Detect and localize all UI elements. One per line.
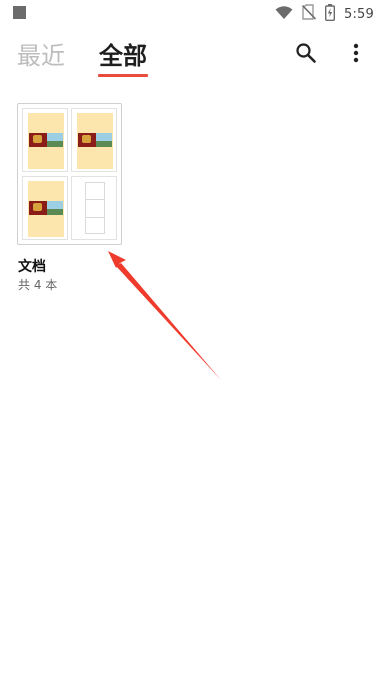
annotation-arrow (108, 251, 221, 380)
tab-all-label: 全部 (99, 42, 147, 70)
search-button[interactable] (291, 40, 321, 70)
page-thumbnail-blank (71, 176, 117, 240)
screen: 5:59 最近 全部 文档 共 4 本 (0, 0, 382, 680)
tab-recent[interactable]: 最近 (17, 40, 65, 72)
no-sim-icon (301, 4, 317, 24)
tab-active-indicator (98, 74, 148, 77)
status-bar: 5:59 (0, 0, 382, 28)
notification-square-icon (13, 6, 26, 19)
status-icons: 5:59 (275, 3, 374, 25)
folder-title[interactable]: 文档 (18, 256, 46, 276)
more-vert-icon (353, 43, 359, 67)
more-options-button[interactable] (341, 40, 371, 70)
page-thumbnail (22, 108, 68, 172)
document-folder-card[interactable] (17, 103, 122, 245)
tab-all[interactable]: 全部 (98, 40, 148, 77)
tab-bar: 最近 全部 (17, 40, 148, 77)
search-icon (295, 42, 317, 68)
page-thumbnail (22, 176, 68, 240)
page-thumbnail (71, 108, 117, 172)
wifi-icon (275, 5, 293, 24)
status-time: 5:59 (344, 6, 374, 22)
battery-charging-icon (324, 3, 336, 25)
folder-count: 共 4 本 (18, 278, 58, 292)
